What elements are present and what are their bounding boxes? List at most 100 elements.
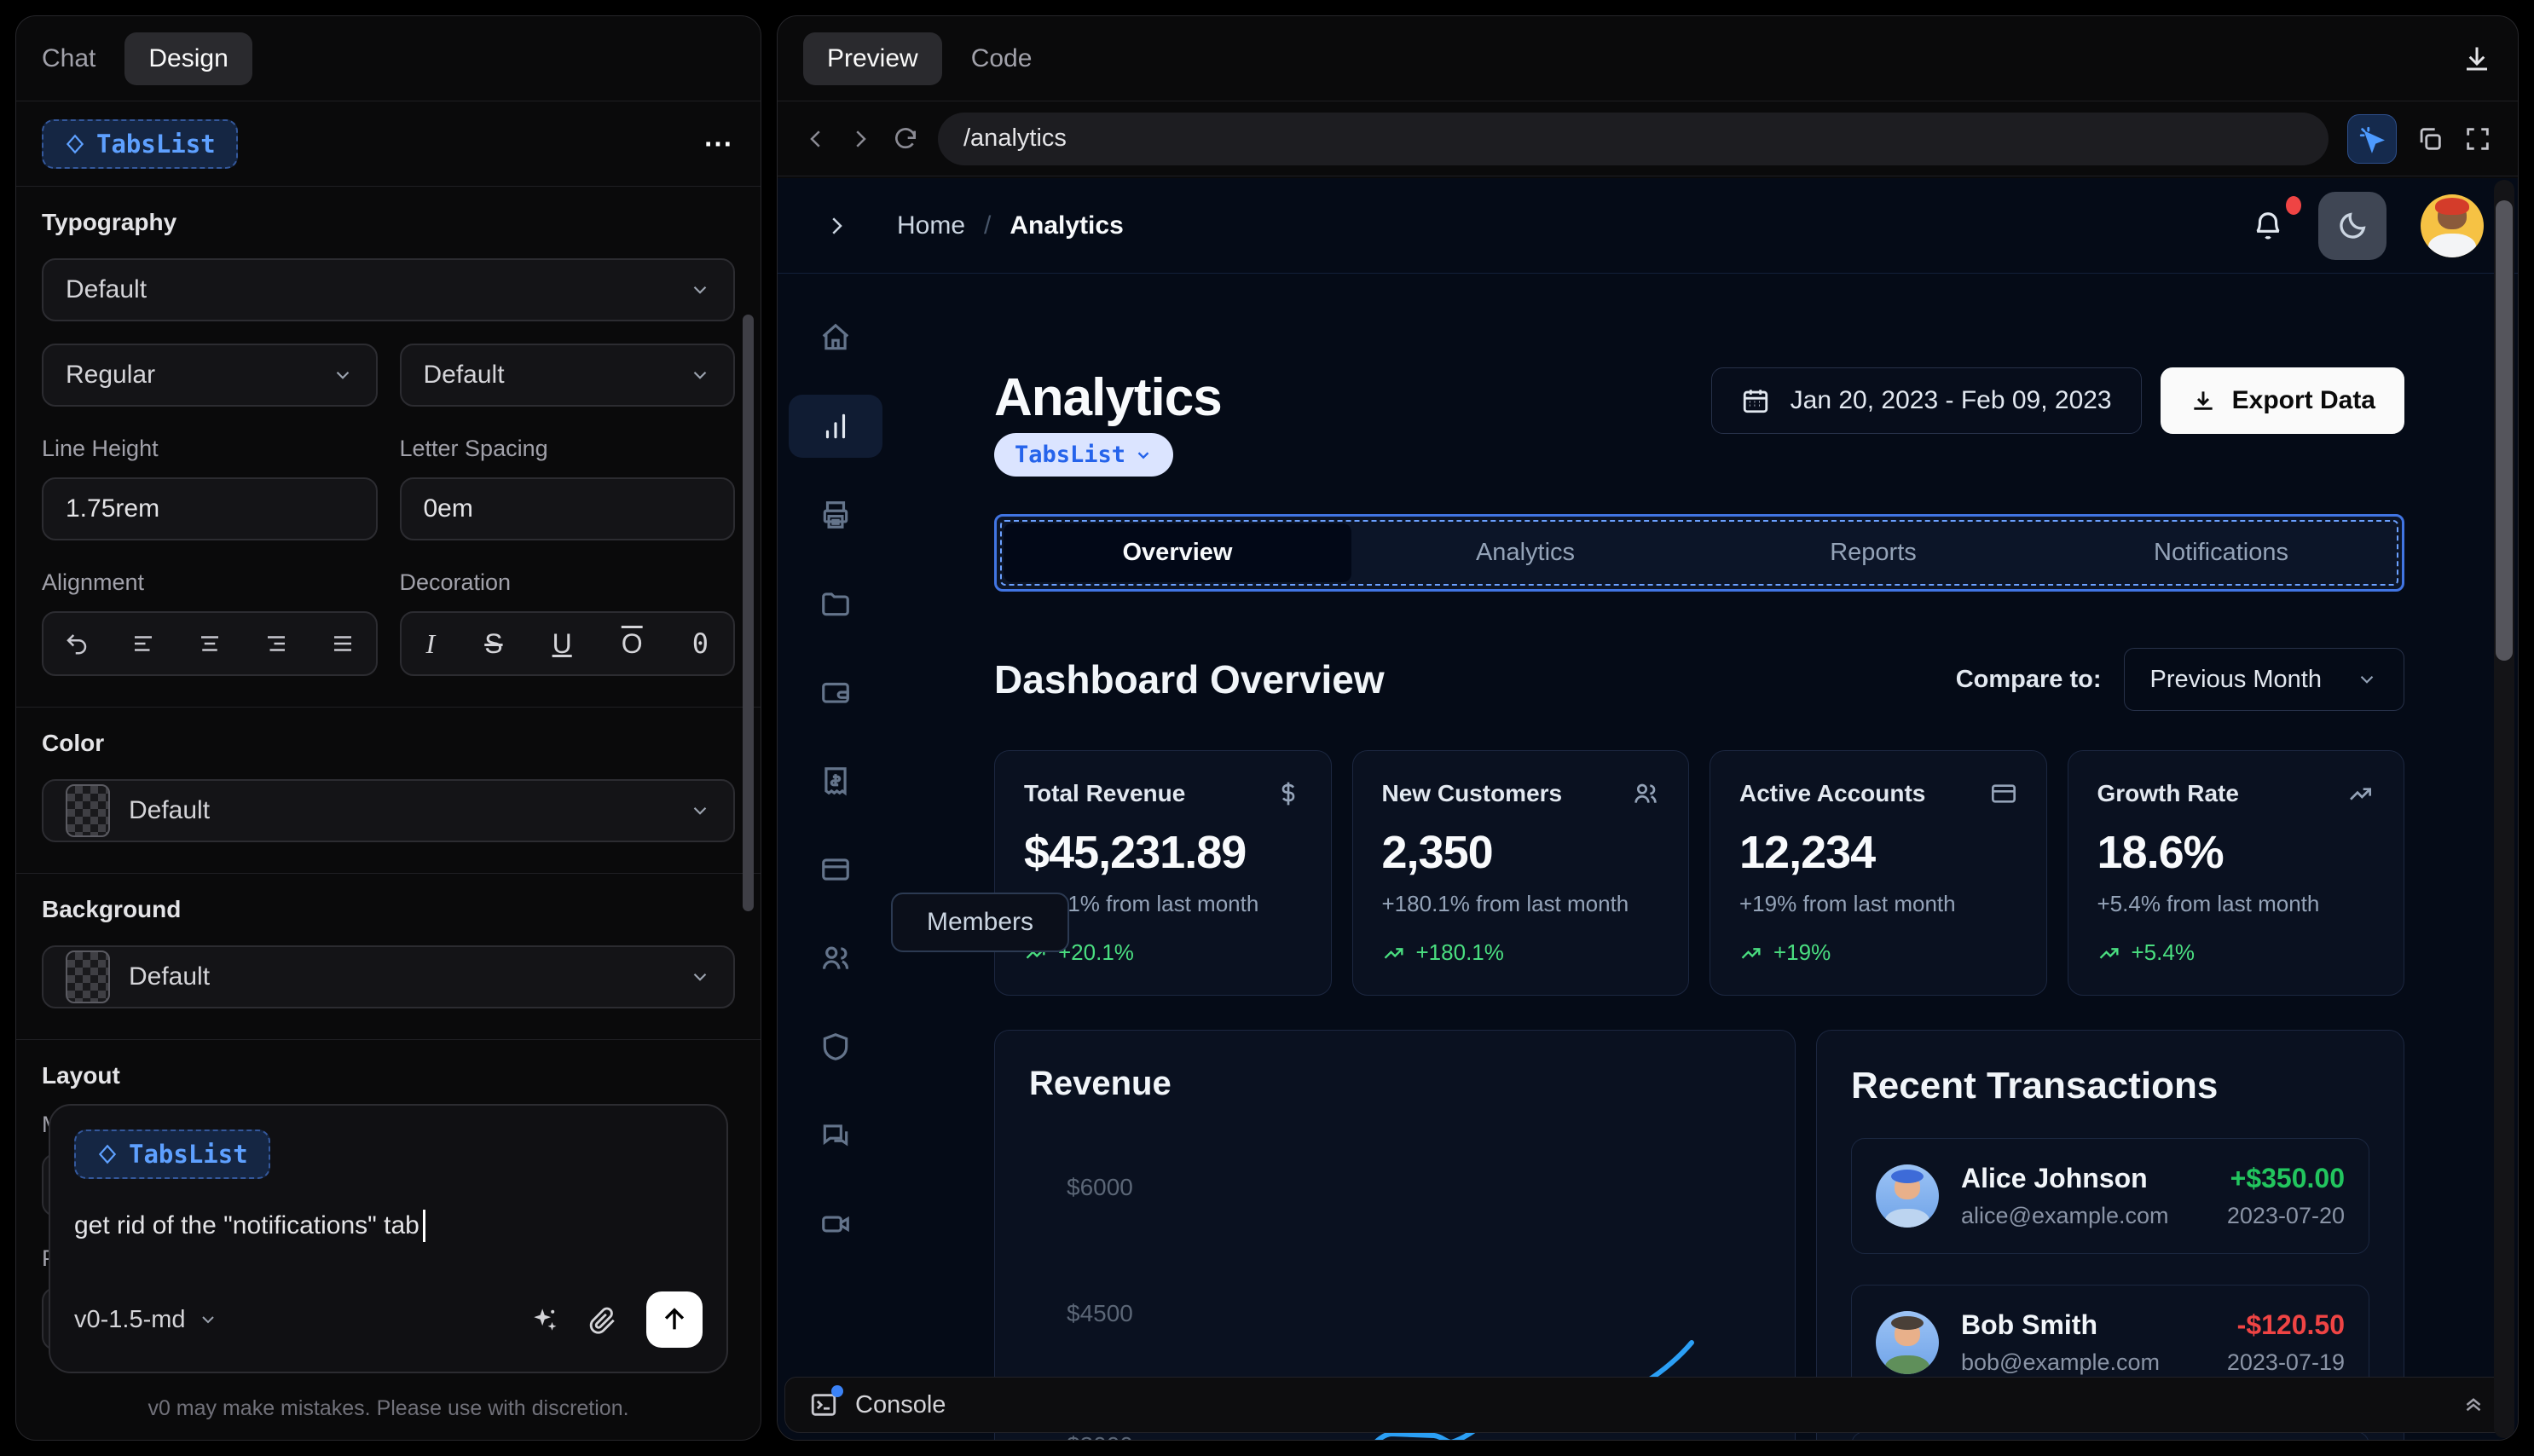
composer-input[interactable]: get rid of the "notifications" tab <box>74 1210 703 1242</box>
forward-icon[interactable] <box>848 126 873 152</box>
transaction-date: 2023-07-20 <box>2226 1203 2345 1228</box>
typography-section: Typography Default Regular Default Line … <box>16 187 761 708</box>
avatar <box>1876 1311 1939 1374</box>
arrow-up-icon <box>664 1308 685 1330</box>
back-icon[interactable] <box>803 126 829 152</box>
background-swatch <box>66 950 110 1003</box>
dollar-sign-icon <box>1275 780 1302 807</box>
text-caret <box>422 1210 425 1242</box>
breadcrumb-home[interactable]: Home <box>897 211 965 240</box>
undo-icon[interactable] <box>64 631 90 656</box>
align-center-icon[interactable] <box>197 631 223 656</box>
url-input[interactable] <box>963 124 2303 153</box>
font-size-select[interactable]: Default <box>399 344 735 407</box>
nav-credit-card-icon[interactable] <box>789 838 882 901</box>
inspect-cursor-icon[interactable] <box>2347 113 2397 164</box>
app-preview: Home / Analytics Members Analytics TabsL… <box>778 178 2518 1440</box>
nav-video-icon[interactable] <box>789 1193 882 1256</box>
export-data-button[interactable]: Export Data <box>2160 367 2404 434</box>
diamond-icon <box>66 134 84 153</box>
fullscreen-icon[interactable] <box>2463 124 2492 153</box>
nav-printer-icon[interactable] <box>789 483 882 546</box>
avatar <box>1876 1164 1939 1228</box>
console-bar[interactable]: Console <box>784 1377 2511 1433</box>
chevron-down-icon <box>332 364 354 386</box>
disclaimer-text: v0 may make mistakes. Please use with di… <box>148 1396 629 1420</box>
nav-folder-icon[interactable] <box>789 572 882 635</box>
theme-toggle-button[interactable] <box>2318 191 2386 260</box>
font-weight-select[interactable]: Regular <box>42 344 378 407</box>
font-family-select[interactable]: Default <box>42 258 735 321</box>
send-button[interactable] <box>646 1291 703 1348</box>
typography-heading: Typography <box>42 209 177 235</box>
background-select[interactable]: Default <box>42 945 735 1008</box>
scrollbar-thumb[interactable] <box>2496 200 2513 661</box>
calendar-icon <box>1743 390 1767 413</box>
nav-receipt-icon[interactable] <box>789 749 882 812</box>
overline-icon[interactable]: O <box>622 628 643 660</box>
design-sidebar: Chat Design TabsList ⋯ Typography Defaul… <box>15 15 761 1441</box>
tab-preview[interactable]: Preview <box>803 32 942 85</box>
tab-code[interactable]: Code <box>971 44 1033 73</box>
nav-wallet-icon[interactable] <box>789 661 882 724</box>
chevron-down-icon <box>689 364 711 386</box>
trend-up-icon <box>2099 947 2118 959</box>
tab-overview[interactable]: Overview <box>1004 523 1351 582</box>
sidebar-toggle-icon[interactable] <box>824 213 849 239</box>
align-right-icon[interactable] <box>263 631 289 656</box>
chat-composer[interactable]: TabsList get rid of the "notifications" … <box>49 1104 728 1373</box>
letter-spacing-input[interactable] <box>423 494 711 523</box>
refresh-icon[interactable] <box>892 125 919 153</box>
dashboard-nav-rail <box>778 274 893 1256</box>
underline-icon[interactable]: U <box>553 628 572 660</box>
background-section: Background Default <box>16 874 761 1040</box>
page-title: Analytics <box>994 368 1223 427</box>
nav-home-icon[interactable] <box>789 306 882 369</box>
tab-notifications[interactable]: Notifications <box>2047 523 2395 582</box>
align-justify-icon[interactable] <box>330 631 356 656</box>
compare-select[interactable]: Previous Month <box>2123 648 2404 711</box>
sidebar-scrollbar[interactable] <box>743 315 754 911</box>
align-left-icon[interactable] <box>130 631 156 656</box>
selected-component-chip[interactable]: TabsList <box>42 118 238 169</box>
composer-context-chip[interactable]: TabsList <box>74 1130 270 1179</box>
tab-analytics[interactable]: Analytics <box>1351 523 1699 582</box>
url-bar[interactable] <box>938 112 2329 165</box>
chevrons-up-icon[interactable] <box>2461 1392 2486 1418</box>
tab-design[interactable]: Design <box>124 32 252 85</box>
download-icon[interactable] <box>2462 43 2492 74</box>
nav-members-icon[interactable] <box>789 927 882 990</box>
italic-icon[interactable]: I <box>426 628 436 660</box>
line-height-input[interactable] <box>66 494 354 523</box>
more-menu-button[interactable]: ⋯ <box>703 127 735 161</box>
model-selector[interactable]: v0-1.5-md <box>74 1306 218 1334</box>
nav-messages-icon[interactable] <box>789 1104 882 1167</box>
copy-icon[interactable] <box>2415 124 2444 153</box>
nav-analytics-icon[interactable] <box>788 395 882 458</box>
chevron-down-icon <box>2360 675 2374 684</box>
console-label: Console <box>855 1390 946 1418</box>
tab-reports[interactable]: Reports <box>1699 523 2047 582</box>
user-avatar[interactable] <box>2421 194 2484 257</box>
browser-toolbar <box>778 101 2518 176</box>
notification-dot <box>2286 195 2301 215</box>
transaction-row[interactable]: Alice Johnson alice@example.com +$350.00… <box>1851 1138 2369 1254</box>
chevron-down-icon <box>689 279 711 301</box>
no-decoration-icon[interactable]: 0 <box>692 627 709 660</box>
dashboard-header: Home / Analytics <box>778 178 2518 274</box>
color-select[interactable]: Default <box>42 779 735 842</box>
decoration-toolbar: I S U O 0 <box>399 611 735 676</box>
chevron-down-icon <box>201 1316 214 1324</box>
alignment-label: Alignment <box>42 569 145 595</box>
date-range-picker[interactable]: Jan 20, 2023 - Feb 09, 2023 <box>1710 367 2142 434</box>
sparkles-icon[interactable] <box>530 1305 559 1334</box>
nav-shield-icon[interactable] <box>789 1015 882 1078</box>
selected-component-badge[interactable]: TabsList <box>994 433 1174 477</box>
tab-chat[interactable]: Chat <box>42 44 95 73</box>
preview-scrollbar[interactable] <box>2494 180 2514 1438</box>
notifications-bell-icon[interactable] <box>2252 195 2301 242</box>
stat-card-growth-rate: Growth Rate 18.6% +5.4% from last month … <box>2067 750 2404 996</box>
alignment-toolbar <box>42 611 378 676</box>
paperclip-icon[interactable] <box>588 1305 617 1334</box>
strikethrough-icon[interactable]: S <box>484 628 502 660</box>
